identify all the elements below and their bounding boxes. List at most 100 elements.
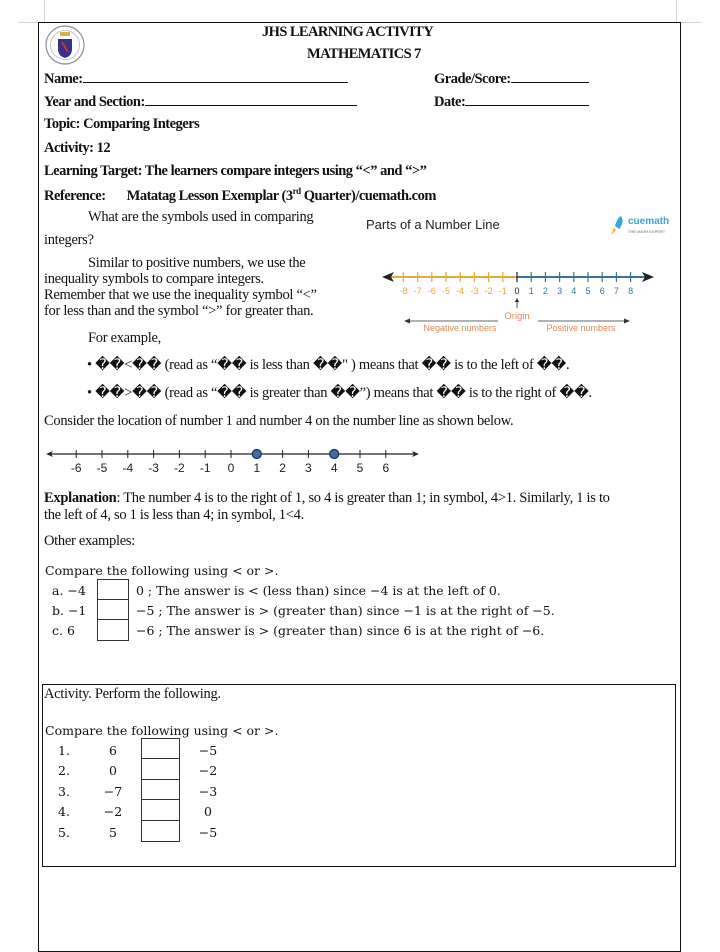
activity-answer-box[interactable] (141, 758, 180, 780)
date-field[interactable]: Date: (434, 93, 590, 111)
origin-arrow-icon (515, 298, 519, 302)
tick-label: 5 (357, 461, 364, 475)
tick-label: -5 (442, 286, 450, 296)
figure-title: Parts of a Number Line (366, 217, 500, 232)
tick-label: -1 (200, 461, 211, 475)
example-answer-box[interactable] (97, 619, 129, 641)
example-explanation: −5 ; The answer is > (greater than) sinc… (136, 603, 555, 618)
activity-right-value: −5 (198, 743, 218, 758)
tick-label: -4 (122, 461, 133, 475)
activity-item-number: 2. (58, 763, 70, 778)
section-input[interactable] (144, 93, 357, 106)
name-field[interactable]: Name: (44, 70, 348, 88)
activity-title: Activity. Perform the following. (44, 686, 221, 702)
rocket-icon (611, 216, 623, 235)
intro-paragraph-line: Remember that we use the inequality symb… (44, 287, 317, 303)
tick-label: -3 (470, 286, 478, 296)
grade-input[interactable] (510, 70, 589, 83)
activity-number: Activity: 12 (44, 140, 111, 156)
tick-label: 2 (279, 461, 286, 475)
margin-guide (681, 22, 701, 23)
activity-heading: Compare the following using < or >. (45, 723, 279, 738)
negative-numbers-label: Negative numbers (423, 323, 497, 333)
activity-right-value: 0 (204, 804, 212, 819)
example-label: c. 6 (52, 623, 75, 638)
section-field[interactable]: Year and Section: (44, 93, 357, 111)
example-label: b. −1 (52, 603, 87, 618)
tick-label: 6 (600, 286, 605, 296)
tick-label: 2 (543, 286, 548, 296)
margin-guide (44, 0, 45, 22)
tick-label: 3 (305, 461, 312, 475)
margin-guide (676, 0, 677, 22)
example-explanation: −6 ; The answer is > (greater than) sinc… (136, 623, 545, 638)
tick-label: 1 (253, 461, 260, 475)
tick-label: 0 (514, 286, 519, 296)
topic: Topic: Comparing Integers (44, 116, 200, 132)
tick-label: 4 (571, 286, 576, 296)
tick-label: 7 (614, 286, 619, 296)
reference: Reference: Matatag Lesson Exemplar (3rd … (44, 186, 436, 205)
for-example: For example, (88, 330, 161, 346)
explanation-label: Explanation (44, 490, 117, 506)
deped-seal-icon (45, 25, 85, 65)
reference-label: Reference: (44, 187, 106, 204)
positive-direction-arrow-icon (624, 318, 630, 324)
activity-left-value: −7 (103, 784, 123, 799)
tick-label: -5 (97, 461, 108, 475)
tick-label: -3 (148, 461, 159, 475)
name-input[interactable] (82, 70, 348, 83)
other-examples: Other examples: (44, 533, 135, 549)
example-answer-box[interactable] (97, 579, 129, 601)
activity-box (42, 684, 676, 867)
example-label: a. −4 (52, 583, 86, 598)
activity-answer-box[interactable] (141, 738, 180, 760)
learning-target: Learning Target: The learners compare in… (44, 163, 427, 179)
activity-right-value: −5 (198, 825, 218, 840)
cuemath-logo: cuemath (628, 216, 670, 227)
worksheet-subject: MATHEMATICS 7 (307, 46, 421, 62)
activity-left-value: 0 (109, 763, 117, 778)
tick-label: 5 (585, 286, 590, 296)
activity-left-value: 5 (109, 825, 117, 840)
activity-right-value: −2 (198, 763, 218, 778)
activity-answer-box[interactable] (141, 779, 180, 801)
section-label: Year and Section: (44, 94, 145, 110)
name-label: Name: (44, 71, 83, 87)
tick-label: -7 (414, 286, 422, 296)
tick-label: 6 (382, 461, 389, 475)
reference-value: Matatag Lesson Exemplar (3rd Quarter)/cu… (126, 186, 437, 204)
tick-label: 8 (628, 286, 633, 296)
activity-item-number: 5. (58, 825, 70, 840)
intro-paragraph-line: inequality symbols to compare integers. (44, 271, 264, 287)
negative-direction-arrow-icon (404, 318, 410, 324)
activity-item-number: 4. (58, 804, 70, 819)
activity-left-value: −2 (103, 804, 123, 819)
origin-label: Origin (504, 311, 529, 322)
example-answer-box[interactable] (97, 599, 129, 621)
tick-label: 4 (331, 461, 338, 475)
margin-guide (18, 22, 38, 23)
grade-field[interactable]: Grade/Score: (434, 70, 589, 88)
tick-label: -4 (456, 286, 464, 296)
points-number-line: -6 -5 -4 -3 -2 -1 0 1 2 3 4 5 6 (46, 448, 419, 475)
tick-label: -6 (428, 286, 436, 296)
explanation-line: Explanation: The number 4 is to the righ… (44, 490, 610, 506)
activity-answer-box[interactable] (141, 799, 180, 821)
highlighted-point (251, 448, 262, 460)
date-input[interactable] (465, 93, 590, 106)
consider-text: Consider the location of number 1 and nu… (44, 413, 514, 429)
worksheet-title: JHS LEARNING ACTIVITY (262, 24, 434, 40)
activity-answer-box[interactable] (141, 820, 180, 842)
tick-label: 0 (228, 461, 235, 475)
bullet-less-than: • ��<�� (read as “�� is less than ��" ) … (87, 357, 570, 373)
activity-item-number: 3. (58, 784, 70, 799)
activity-left-value: 6 (109, 743, 117, 758)
intro-paragraph-line: for less than and the symbol “>” for gre… (44, 303, 314, 319)
tick-label: 1 (529, 286, 534, 296)
activity-right-value: −3 (198, 784, 218, 799)
highlighted-point (329, 448, 340, 460)
intro-question-cont: integers? (44, 232, 94, 248)
activity-item-number: 1. (58, 743, 70, 758)
examples-heading: Compare the following using < or >. (45, 563, 279, 578)
